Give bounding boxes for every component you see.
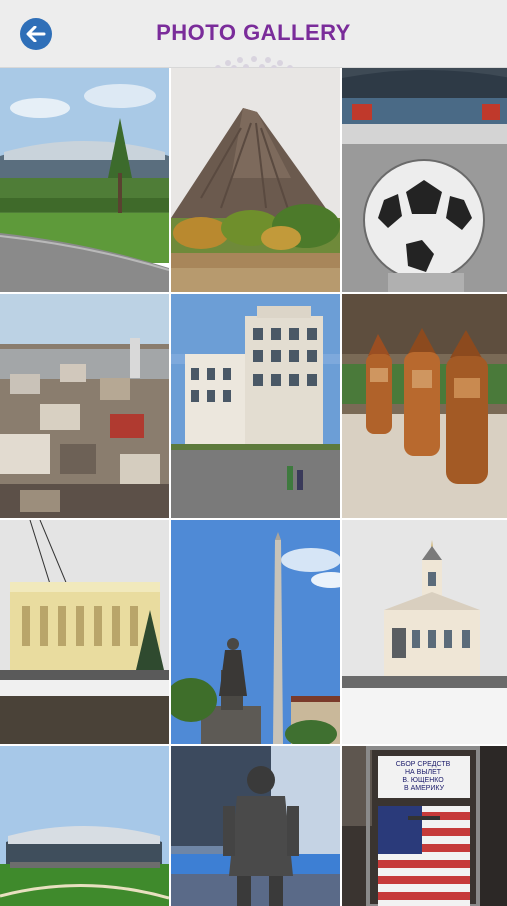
title-ornament — [208, 46, 300, 68]
photo-wooden-gnome-statues[interactable] — [342, 294, 507, 518]
photo-bronze-statue[interactable] — [171, 746, 340, 906]
photo-fundraising-sign[interactable]: СБОР СРЕДСТВ НА ВЫЛЕТ В. ЮЩЕНКО В АМЕРИК… — [342, 746, 507, 906]
photo-lenin-monument[interactable] — [171, 520, 340, 744]
photo-grid: СБОР СРЕДСТВ НА ВЫЛЕТ В. ЮЩЕНКО В АМЕРИК… — [0, 68, 507, 906]
fundraising-sign-text: СБОР СРЕДСТВ НА ВЫЛЕТ В. ЮЩЕНКО В АМЕРИК… — [396, 761, 452, 792]
photo-stadium-park[interactable] — [0, 68, 169, 292]
photo-cathedral-winter[interactable] — [342, 520, 507, 744]
photo-slag-heap-mountain[interactable] — [171, 68, 340, 292]
photo-hotel-building[interactable] — [171, 294, 340, 518]
photo-opera-theatre-winter[interactable] — [0, 520, 169, 744]
photo-stone-football[interactable] — [342, 68, 507, 292]
photo-arena-stadium[interactable] — [0, 746, 169, 906]
page-title: PHOTO GALLERY — [156, 20, 351, 45]
photo-city-aerial[interactable] — [0, 294, 169, 518]
app-header: PHOTO GALLERY — [0, 0, 507, 68]
